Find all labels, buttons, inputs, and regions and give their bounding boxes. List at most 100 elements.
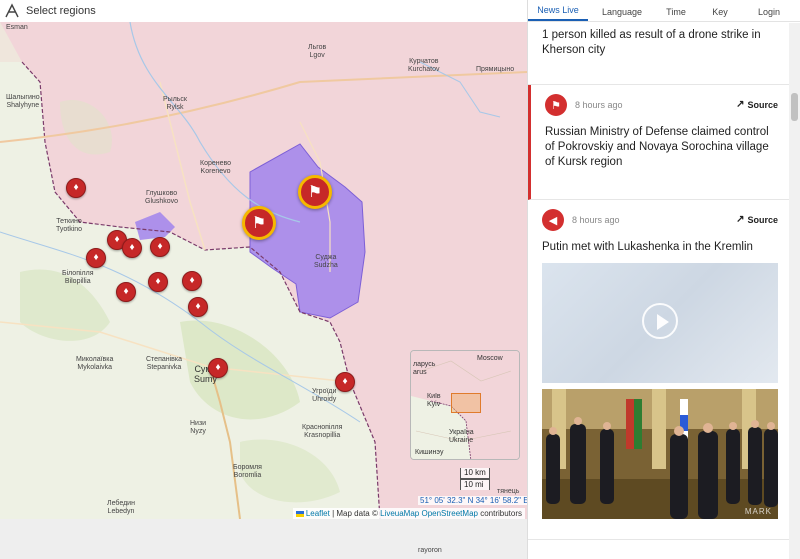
capture-marker[interactable]: ⚑ bbox=[298, 175, 332, 209]
cursor-coordinates: 51° 05' 32.3" N 34° 16' 58.2" E bbox=[418, 496, 527, 505]
place-label-korenevo: Коренево Korenevo bbox=[200, 160, 232, 175]
tab-key[interactable]: Key bbox=[696, 7, 744, 21]
capture-marker[interactable]: ⚑ bbox=[242, 206, 276, 240]
place-label-trostianets: тянець bbox=[497, 488, 520, 495]
place-label-boromlia: Боромля Boromlia bbox=[233, 464, 262, 479]
tab-language[interactable]: Language bbox=[588, 7, 656, 21]
place-label-krasnopillia: Краснопілля Krasnopillia bbox=[302, 424, 343, 439]
place-label-esman: Esman bbox=[6, 24, 28, 31]
select-regions-icon[interactable] bbox=[4, 3, 20, 19]
minimap-label-belarus: ларусь arus bbox=[413, 361, 436, 376]
bomb-icon: ♦ bbox=[114, 234, 120, 245]
bomb-icon: ♦ bbox=[129, 242, 135, 253]
video-player[interactable] bbox=[542, 263, 778, 383]
bomb-icon: ♦ bbox=[215, 362, 221, 373]
place-label-lgov: Льгов Lgov bbox=[308, 44, 327, 59]
news-card[interactable]: ◀ 8 hours ago ↗ Source Putin met with Lu… bbox=[528, 200, 790, 540]
liveuamap-link[interactable]: LiveuaMap bbox=[380, 509, 419, 518]
select-regions-button[interactable]: Select regions bbox=[26, 5, 96, 17]
bomb-icon: ♦ bbox=[342, 376, 348, 387]
bomb-icon: ♦ bbox=[123, 286, 129, 297]
map-canvas[interactable]: Esman Льгов Lgov Курчатов Kurchatov Прям… bbox=[0, 22, 527, 519]
strike-marker[interactable]: ♦ bbox=[188, 297, 208, 317]
place-label-pryamitsino: Прямицыно bbox=[476, 66, 515, 73]
flag-icon: ⚑ bbox=[251, 215, 267, 232]
news-photo[interactable]: MARK bbox=[542, 389, 778, 519]
source-link[interactable]: ↗ Source bbox=[736, 99, 778, 110]
minimap-label-kyiv: Київ Kyiv bbox=[427, 393, 441, 408]
place-label-stepanivka: Степанівка Stepanivka bbox=[146, 356, 183, 371]
source-label: Source bbox=[747, 99, 778, 110]
place-label-sudzha: Суджа Sudzha bbox=[314, 254, 338, 269]
attribution-contributors: contributors bbox=[480, 509, 522, 518]
place-label-mykolaivka: Миколаївка Mykolaivka bbox=[76, 356, 114, 371]
news-text[interactable]: Putin met with Lukashenka in the Kremlin bbox=[528, 240, 790, 255]
map-scale: 10 km 10 mi bbox=[460, 468, 490, 490]
external-link-icon: ↗ bbox=[736, 99, 745, 110]
place-label-uhroidy: Угроїди Uhroidy bbox=[312, 388, 337, 403]
tab-news-live[interactable]: News Live bbox=[528, 5, 588, 21]
news-panel: News Live Language Time Key Login 1 pers… bbox=[527, 0, 800, 559]
place-label-tetkino: Теткино Tyotkino bbox=[56, 218, 83, 233]
place-label-glushkovo: Глушково Glushkovo bbox=[145, 190, 179, 205]
place-label-kurchatov: Курчатов Kurchatov bbox=[408, 58, 440, 73]
minimap-label-moscow: Moscow bbox=[477, 355, 503, 362]
kremlin-hall-image bbox=[542, 389, 778, 519]
scrollbar-thumb[interactable] bbox=[791, 93, 798, 121]
news-card[interactable]: 1 person killed as result of a drone str… bbox=[528, 23, 790, 85]
news-time: 8 hours ago bbox=[572, 215, 620, 225]
strike-marker[interactable]: ♦ bbox=[122, 238, 142, 258]
strike-marker[interactable]: ♦ bbox=[182, 271, 202, 291]
flag-icon: ⚑ bbox=[307, 184, 323, 201]
map-attribution: Leaflet | Map data © LiveuaMap OpenStree… bbox=[292, 508, 525, 519]
external-link-icon: ↗ bbox=[736, 214, 745, 225]
strike-marker[interactable]: ♦ bbox=[86, 248, 106, 268]
strike-marker[interactable]: ♦ bbox=[335, 372, 355, 392]
bomb-icon: ♦ bbox=[157, 241, 163, 252]
panel-scrollbar[interactable] bbox=[789, 23, 800, 559]
bomb-icon: ♦ bbox=[195, 301, 201, 312]
place-label-lebedyn: Лебедин Lebedyn bbox=[107, 500, 135, 515]
app: Select regions Esman Льгов Lgov Курчатов… bbox=[0, 0, 800, 559]
place-label-rayoron: rayoron bbox=[418, 547, 442, 554]
bomb-icon: ♦ bbox=[155, 276, 161, 287]
tab-login[interactable]: Login bbox=[744, 7, 794, 21]
news-text[interactable]: Russian Ministry of Defense claimed cont… bbox=[531, 125, 790, 170]
flag-icon: ⚑ bbox=[545, 94, 567, 116]
tab-time[interactable]: Time bbox=[656, 7, 696, 21]
scale-km: 10 km bbox=[460, 468, 490, 479]
minimap[interactable]: Moscow ларусь arus Київ Kyiv Україна Ukr… bbox=[410, 350, 520, 460]
place-label-nyzy: Низи Nyzy bbox=[190, 420, 207, 435]
bomb-icon: ♦ bbox=[93, 252, 99, 263]
attribution-map-data: | Map data © bbox=[332, 509, 378, 518]
strike-marker[interactable]: ♦ bbox=[116, 282, 136, 302]
map-bottom-strip: rayoron bbox=[0, 519, 527, 559]
news-feed[interactable]: 1 person killed as result of a drone str… bbox=[528, 23, 790, 559]
source-link[interactable]: ↗ Source bbox=[736, 214, 778, 225]
bomb-icon: ♦ bbox=[189, 275, 195, 286]
minimap-label-ukraine: Україна Ukraine bbox=[449, 429, 474, 444]
strike-marker[interactable]: ♦ bbox=[208, 358, 228, 378]
panel-tabs: News Live Language Time Key Login bbox=[528, 0, 800, 22]
news-text[interactable]: 1 person killed as result of a drone str… bbox=[528, 28, 790, 58]
source-label: Source bbox=[747, 214, 778, 225]
news-card-highlighted[interactable]: ⚑ 8 hours ago ↗ Source Russian Ministry … bbox=[528, 85, 790, 200]
photo-watermark: MARK bbox=[744, 507, 772, 516]
megaphone-icon: ◀ bbox=[542, 209, 564, 231]
place-label-rylsk: Рыльск Rylsk bbox=[163, 96, 187, 111]
strike-marker[interactable]: ♦ bbox=[66, 178, 86, 198]
strike-marker[interactable]: ♦ bbox=[150, 237, 170, 257]
place-label-bilopillia: Білопілля Bilopillia bbox=[62, 270, 94, 285]
ukraine-flag-icon bbox=[295, 510, 304, 517]
minimap-label-chisinau: Кишинэу bbox=[415, 449, 444, 456]
place-label-shalygino: Шалыгино Shalyhyne bbox=[6, 94, 40, 109]
top-bar: Select regions bbox=[0, 0, 527, 22]
openstreetmap-link[interactable]: OpenStreetMap bbox=[421, 509, 477, 518]
minimap-viewport[interactable] bbox=[451, 393, 481, 413]
scale-mi: 10 mi bbox=[460, 479, 490, 490]
strike-marker[interactable]: ♦ bbox=[148, 272, 168, 292]
play-icon[interactable] bbox=[642, 303, 678, 339]
bomb-icon: ♦ bbox=[73, 182, 79, 193]
news-time: 8 hours ago bbox=[575, 100, 623, 110]
leaflet-link[interactable]: Leaflet bbox=[306, 509, 330, 518]
